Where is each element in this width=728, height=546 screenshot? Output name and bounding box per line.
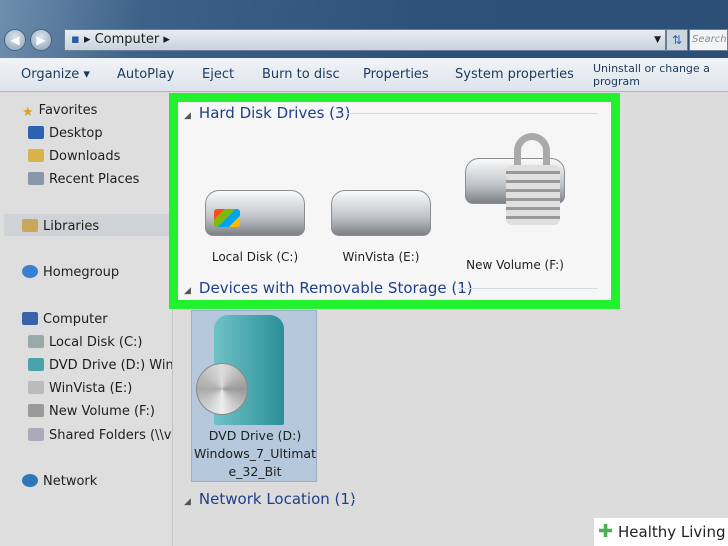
homegroup-icon — [22, 265, 38, 278]
burn-button[interactable]: Burn to disc — [262, 58, 340, 92]
group-network-location[interactable]: ◢ Network Location (1) — [184, 490, 356, 508]
libraries-icon — [22, 219, 38, 232]
divider — [458, 288, 598, 289]
back-button[interactable]: ◀ — [4, 29, 26, 51]
sidebar-favorites[interactable]: ★ Favorites — [22, 101, 97, 121]
forward-button[interactable]: ▶ — [30, 29, 52, 51]
watermark-logo: ✚ Healthy Living — [594, 518, 728, 546]
sidebar-computer[interactable]: Computer — [22, 310, 108, 330]
network-icon — [22, 474, 38, 487]
star-icon: ★ — [22, 105, 34, 120]
chevron-down-icon[interactable]: ▼ — [654, 30, 661, 50]
cd-icon — [196, 363, 248, 415]
padlock-icon — [514, 133, 550, 167]
drive-local-disk-c[interactable]: Local Disk (C:) — [192, 190, 318, 264]
group-hard-disk-drives[interactable]: ◢ Hard Disk Drives (3) — [184, 104, 350, 122]
organize-button[interactable]: Organize ▾ — [21, 58, 90, 92]
system-properties-button[interactable]: System properties — [455, 58, 574, 92]
address-bar[interactable]: ▪ ▸ Computer ▸ ▼ — [64, 29, 666, 51]
sidebar-libraries[interactable]: Libraries — [22, 217, 99, 237]
drive-new-volume-f[interactable]: New Volume (F:) — [450, 130, 580, 272]
desktop-icon — [28, 126, 44, 139]
eject-button[interactable]: Eject — [202, 58, 234, 92]
refresh-button[interactable]: ⇅ — [666, 29, 688, 51]
network-drive-icon — [28, 428, 44, 441]
breadcrumb-computer[interactable]: Computer — [95, 32, 160, 47]
downloads-icon — [28, 149, 44, 162]
computer-icon: ▪ — [71, 32, 80, 47]
divider — [346, 113, 598, 114]
hard-drive-icon — [205, 190, 305, 236]
sidebar-item-recent[interactable]: Recent Places — [28, 170, 139, 190]
sidebar-item-winvista[interactable]: WinVista (E:) — [28, 379, 172, 399]
sidebar-network[interactable]: Network — [22, 472, 97, 492]
group-removable-storage[interactable]: ◢ Devices with Removable Storage (1) — [184, 279, 473, 297]
drive-icon — [28, 335, 44, 348]
drive-winvista-e[interactable]: WinVista (E:) — [318, 190, 444, 264]
search-input[interactable]: Search — [689, 29, 728, 51]
sidebar-item-desktop[interactable]: Desktop — [28, 124, 103, 144]
sidebar-item-downloads[interactable]: Downloads — [28, 147, 120, 167]
toolbar: Organize ▾ AutoPlay Eject Burn to disc P… — [0, 58, 728, 92]
drive-icon — [28, 381, 44, 394]
locked-drive-icon — [28, 404, 44, 417]
sidebar-item-new-volume[interactable]: New Volume (F:) — [28, 402, 172, 422]
sidebar-item-local-disk[interactable]: Local Disk (C:) — [28, 333, 172, 353]
divider — [352, 499, 722, 500]
recent-places-icon — [28, 172, 44, 185]
hard-drive-icon — [331, 190, 431, 236]
locked-drive-icon — [465, 133, 565, 225]
autoplay-button[interactable]: AutoPlay — [117, 58, 174, 92]
computer-icon — [22, 312, 38, 325]
properties-button[interactable]: Properties — [363, 58, 429, 92]
sidebar-item-shared-folders[interactable]: Shared Folders (\\vmware-host) — [28, 426, 172, 446]
dvd-icon — [28, 358, 44, 371]
drive-dvd-d[interactable]: DVD Drive (D:) Windows_7_Ultimat e_32_Bi… — [191, 310, 317, 482]
sidebar-homegroup[interactable]: Homegroup — [22, 263, 119, 283]
sidebar-item-dvd[interactable]: DVD Drive (D:) Windows_7_Ultimate_32_Bit — [28, 356, 172, 376]
uninstall-button[interactable]: Uninstall or change a program — [593, 58, 728, 92]
